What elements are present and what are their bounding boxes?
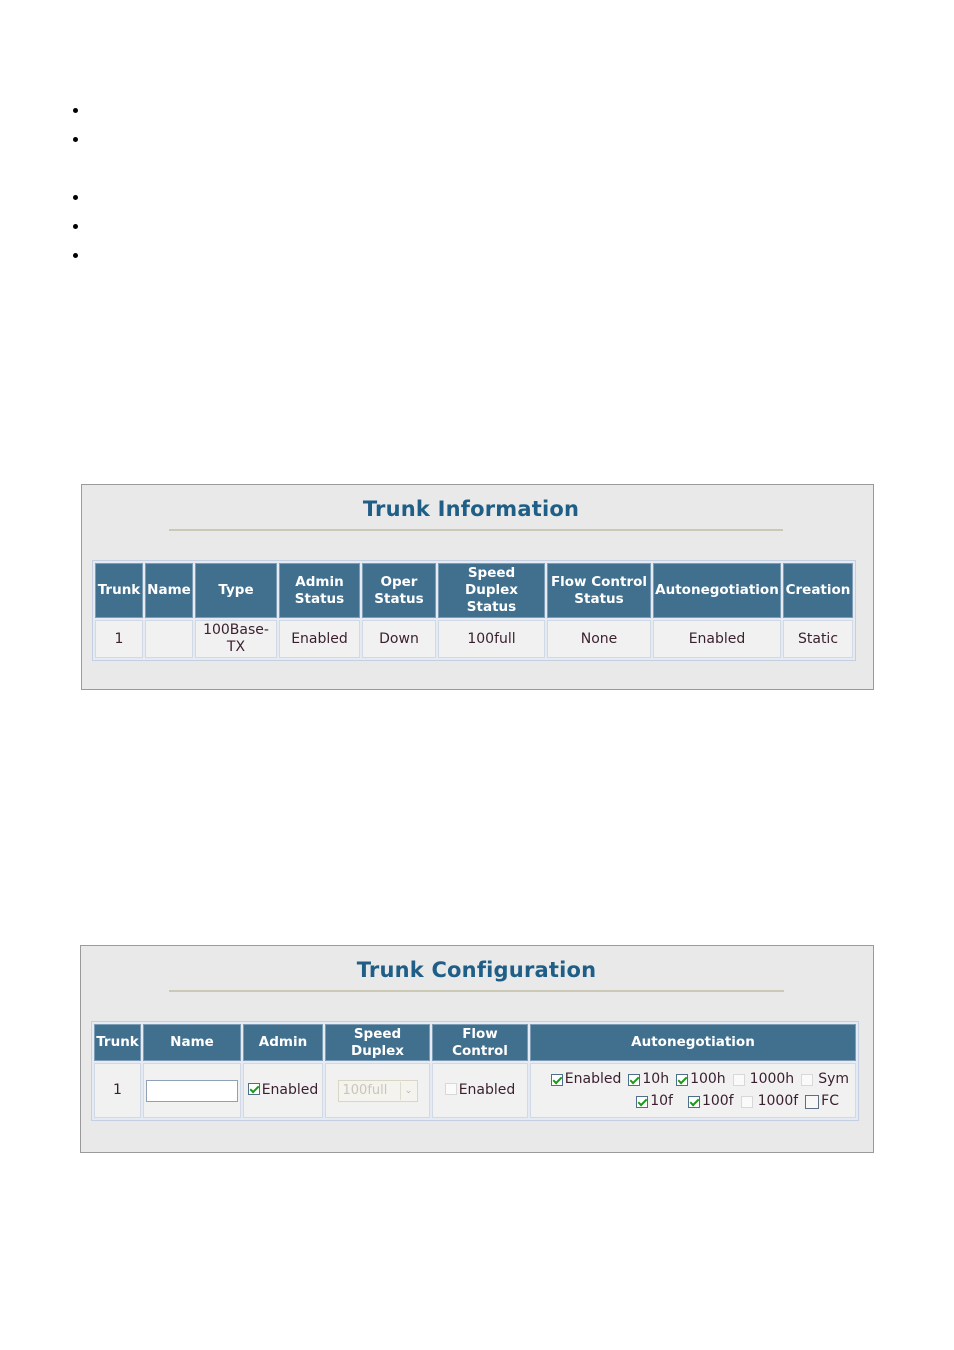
header-line: Flow bbox=[462, 1025, 498, 1042]
autoneg-1000h-checkbox[interactable] bbox=[732, 1073, 745, 1086]
header-line: Duplex bbox=[351, 1042, 404, 1059]
panel-title: Trunk Information bbox=[362, 497, 580, 521]
col-autonegotiation: Autonegotiation bbox=[530, 1024, 856, 1061]
autoneg-row-2: 10f 100f 1000f FC bbox=[537, 1093, 849, 1110]
autoneg-10f-checkbox[interactable] bbox=[636, 1095, 649, 1108]
autoneg-100f-option: 100f bbox=[687, 1093, 734, 1110]
col-flow-control-status: Flow Control Status bbox=[547, 563, 651, 618]
flow-control-enabled-label: Enabled bbox=[458, 1082, 516, 1098]
cell-type: 100Base- TX bbox=[195, 620, 277, 658]
cell-flow-control: Enabled bbox=[432, 1063, 528, 1118]
col-speed-duplex: Speed Duplex bbox=[325, 1024, 430, 1061]
autoneg-sym-label: Sym bbox=[818, 1071, 849, 1087]
trunk-configuration-table: Trunk Name Admin Speed Duplex Flow Control… bbox=[91, 1021, 859, 1121]
speed-duplex-value: 100full bbox=[342, 1083, 388, 1098]
autoneg-100h-option: 100h bbox=[676, 1071, 726, 1088]
bullet-item bbox=[73, 253, 78, 258]
table-row: 1 100Base- TX Enabled Down 100full None E… bbox=[95, 620, 853, 658]
title-divider bbox=[169, 529, 783, 531]
header-line: Speed bbox=[353, 1025, 402, 1042]
autoneg-1000f-option: 1000f bbox=[740, 1093, 799, 1110]
autoneg-fc-checkbox[interactable] bbox=[805, 1094, 820, 1109]
cell-speed-duplex-status: 100full bbox=[438, 620, 545, 658]
header-line: Status bbox=[294, 590, 345, 607]
title-divider bbox=[169, 990, 784, 992]
col-creation: Creation bbox=[783, 563, 853, 618]
col-oper-status: Oper Status bbox=[362, 563, 436, 618]
autoneg-row-1: Enabled 10h 100h 1000h Sym bbox=[537, 1071, 849, 1088]
autoneg-1000h-option: 1000h bbox=[732, 1071, 795, 1088]
autoneg-1000h-label: 1000h bbox=[749, 1071, 795, 1087]
admin-enabled-label: Enabled bbox=[261, 1082, 319, 1098]
autoneg-enabled-checkbox[interactable] bbox=[550, 1073, 563, 1086]
autoneg-100f-checkbox[interactable] bbox=[687, 1095, 700, 1108]
header-line: Status bbox=[574, 590, 624, 607]
col-flow-control: Flow Control bbox=[432, 1024, 528, 1061]
header-line: Speed bbox=[467, 565, 516, 581]
header-line: Flow Control bbox=[550, 573, 648, 590]
cell-admin: Enabled bbox=[243, 1063, 323, 1118]
autoneg-1000f-label: 1000f bbox=[757, 1093, 799, 1109]
autoneg-enabled-label: Enabled bbox=[564, 1071, 622, 1087]
cell-admin-status: Enabled bbox=[279, 620, 360, 658]
header-line: Status bbox=[466, 599, 517, 615]
cell-autonegotiation: Enabled 10h 100h 1000h Sym 10f 100f 1000… bbox=[530, 1063, 856, 1118]
flow-control-enabled-checkbox[interactable] bbox=[444, 1083, 457, 1095]
autoneg-enabled-option: Enabled bbox=[550, 1071, 622, 1088]
autoneg-10f-option: 10f bbox=[636, 1093, 673, 1110]
cell-speed-duplex: 100full ⌄ bbox=[325, 1063, 430, 1118]
autoneg-100h-label: 100h bbox=[690, 1071, 726, 1087]
panel-title: Trunk Configuration bbox=[356, 958, 597, 982]
cell-creation: Static bbox=[783, 620, 853, 658]
autoneg-10h-checkbox[interactable] bbox=[628, 1073, 641, 1086]
autoneg-100h-checkbox[interactable] bbox=[676, 1073, 689, 1086]
table-header-row: Trunk Name Type Admin Status Oper Status S… bbox=[95, 563, 853, 618]
cell-oper-status: Down bbox=[362, 620, 436, 658]
speed-duplex-select[interactable]: 100full ⌄ bbox=[337, 1079, 418, 1102]
header-line: Duplex bbox=[465, 582, 518, 598]
autoneg-10h-option: 10h bbox=[628, 1071, 669, 1088]
autoneg-10f-label: 10f bbox=[650, 1093, 673, 1109]
cell-trunk: 1 bbox=[95, 620, 143, 658]
cell-name bbox=[143, 1063, 241, 1118]
bullet-item bbox=[73, 108, 78, 113]
cell-trunk: 1 bbox=[94, 1063, 141, 1118]
autoneg-sym-option: Sym bbox=[801, 1071, 849, 1088]
autoneg-fc-label: FC bbox=[821, 1093, 839, 1109]
autoneg-10h-label: 10h bbox=[642, 1071, 670, 1087]
table-header-row: Trunk Name Admin Speed Duplex Flow Control… bbox=[94, 1024, 856, 1061]
col-trunk: Trunk bbox=[95, 563, 143, 618]
bullet-item bbox=[73, 195, 78, 200]
autoneg-sym-checkbox[interactable] bbox=[801, 1073, 814, 1086]
autoneg-fc-option: FC bbox=[805, 1093, 839, 1110]
table-row: 1 Enabled 100full ⌄ Enabled Enabled 10h … bbox=[94, 1063, 856, 1118]
bullet-item bbox=[73, 137, 78, 142]
col-admin-status: Admin Status bbox=[279, 563, 360, 618]
chevron-down-icon: ⌄ bbox=[399, 1081, 417, 1100]
col-name: Name bbox=[145, 563, 193, 618]
col-trunk: Trunk bbox=[94, 1024, 141, 1061]
col-name: Name bbox=[143, 1024, 241, 1061]
bullet-item bbox=[73, 224, 78, 229]
autoneg-1000f-checkbox[interactable] bbox=[740, 1095, 753, 1108]
col-autonegotiation: Autonegotiation bbox=[653, 563, 781, 618]
trunk-name-input[interactable] bbox=[146, 1079, 238, 1102]
cell-autonegotiation: Enabled bbox=[653, 620, 781, 658]
col-admin: Admin bbox=[243, 1024, 323, 1061]
trunk-information-table: Trunk Name Type Admin Status Oper Status S… bbox=[92, 560, 856, 661]
header-line: Status bbox=[374, 590, 424, 607]
col-speed-duplex-status: Speed Duplex Status bbox=[438, 563, 545, 618]
autoneg-100f-label: 100f bbox=[701, 1093, 734, 1109]
header-line: Control bbox=[452, 1042, 508, 1059]
cell-flow-control-status: None bbox=[547, 620, 651, 658]
header-line: Oper bbox=[380, 573, 418, 590]
header-line: Admin bbox=[295, 573, 344, 590]
cell-name bbox=[145, 620, 193, 658]
type-line: 100Base- bbox=[203, 622, 269, 638]
col-type: Type bbox=[195, 563, 277, 618]
admin-enabled-checkbox[interactable] bbox=[247, 1083, 260, 1095]
type-line: TX bbox=[226, 639, 246, 655]
